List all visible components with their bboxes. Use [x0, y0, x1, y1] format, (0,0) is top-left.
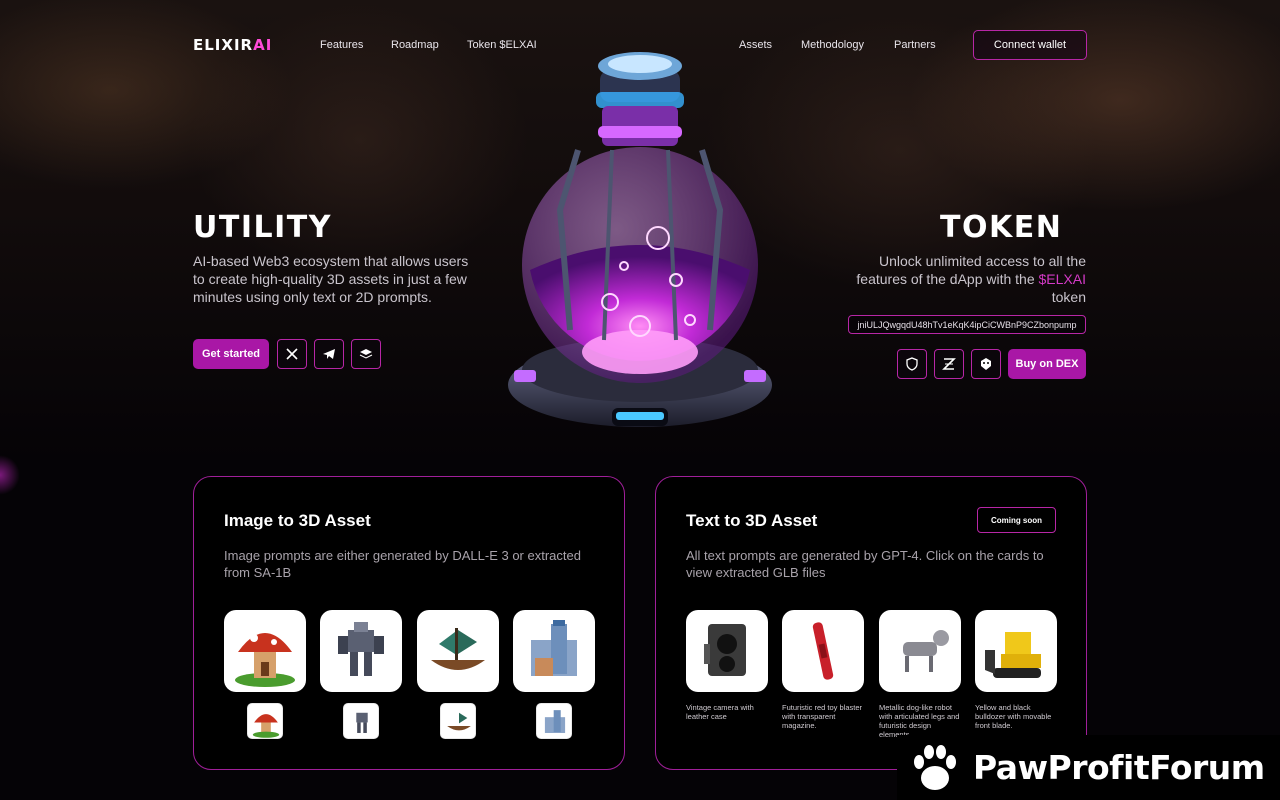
get-started-button[interactable]: Get started: [193, 339, 269, 369]
caption-blaster: Futuristic red toy blaster with transpar…: [782, 703, 863, 730]
token-title: TOKEN: [940, 210, 1063, 245]
mini-preview-mushroom[interactable]: [247, 703, 283, 739]
logo-text: ELIXIR: [193, 36, 254, 54]
caption-camera: Vintage camera with leather case: [686, 703, 754, 721]
x-icon[interactable]: [277, 339, 307, 369]
logo[interactable]: ELIXIRAI: [193, 36, 272, 54]
caption-bulldozer: Yellow and black bulldozer with movable …: [975, 703, 1052, 730]
watermark: PawProfitForum: [897, 735, 1280, 800]
connect-wallet-button[interactable]: Connect wallet: [973, 30, 1087, 60]
utility-title: UTILITY: [193, 210, 332, 245]
dextools-icon[interactable]: [971, 349, 1001, 379]
image-to-3d-card: Image to 3D Asset Image prompts are eith…: [193, 476, 625, 770]
mini-preview-castle[interactable]: [536, 703, 572, 739]
nav-link-partners[interactable]: Partners: [894, 39, 936, 51]
watermark-text: PawProfitForum: [973, 748, 1265, 787]
token-desc-suffix: token: [1051, 289, 1086, 305]
shield-icon[interactable]: [897, 349, 927, 379]
token-symbol: $ELXAI: [1038, 271, 1086, 287]
side-glow: [0, 455, 20, 495]
mini-preview-mech[interactable]: [343, 703, 379, 739]
asset-robot-dog[interactable]: [879, 610, 961, 692]
token-description: Unlock unlimited access to all the featu…: [836, 252, 1086, 306]
contract-address[interactable]: jniULJQwgqdU48hTv1eKqK4ipCiCWBnP9CZbonpu…: [848, 315, 1086, 334]
nav-link-methodology[interactable]: Methodology: [801, 39, 864, 51]
mini-preview-ship[interactable]: [440, 703, 476, 739]
nav-link-features[interactable]: Features: [320, 39, 363, 51]
coming-soon-badge: Coming soon: [977, 507, 1056, 533]
telegram-icon[interactable]: [314, 339, 344, 369]
asset-blaster[interactable]: [782, 610, 864, 692]
dexscreener-icon[interactable]: [934, 349, 964, 379]
image-to-3d-description: Image prompts are either generated by DA…: [224, 548, 581, 580]
utility-description: AI-based Web3 ecosystem that allows user…: [193, 253, 469, 305]
asset-mech-robot[interactable]: [320, 610, 402, 692]
caption-robot-dog: Metallic dog-like robot with articulated…: [879, 703, 960, 739]
text-to-3d-title: Text to 3D Asset: [686, 511, 818, 530]
paw-icon: [914, 744, 956, 790]
text-to-3d-description: All text prompts are generated by GPT-4.…: [686, 548, 1044, 580]
logo-accent: AI: [253, 36, 273, 54]
image-to-3d-title: Image to 3D Asset: [224, 511, 371, 530]
asset-mushroom-house[interactable]: [224, 610, 306, 692]
potion-flask-illustration: [508, 52, 772, 427]
buy-on-dex-button[interactable]: Buy on DEX: [1008, 349, 1086, 379]
text-to-3d-card: Text to 3D Asset Coming soon All text pr…: [655, 476, 1087, 770]
asset-pirate-ship[interactable]: [417, 610, 499, 692]
asset-camera[interactable]: [686, 610, 768, 692]
nav-link-roadmap[interactable]: Roadmap: [391, 39, 439, 51]
docs-icon[interactable]: [351, 339, 381, 369]
asset-bulldozer[interactable]: [975, 610, 1057, 692]
asset-stone-castle[interactable]: [513, 610, 595, 692]
